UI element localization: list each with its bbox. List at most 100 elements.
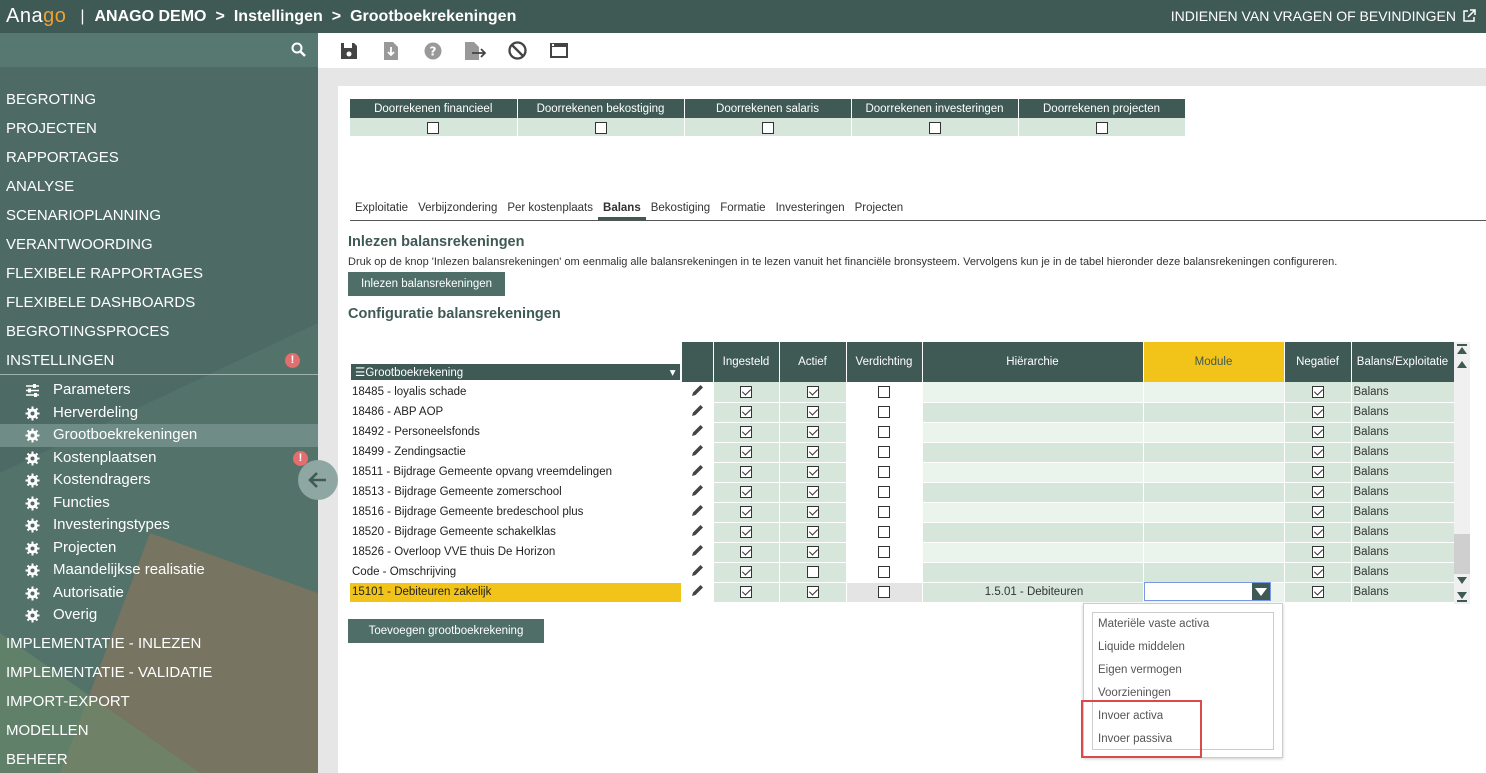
cell-hierarchie[interactable] xyxy=(922,522,1144,543)
col-verdichting[interactable]: Verdichting xyxy=(846,342,923,382)
edit-row-button[interactable] xyxy=(681,462,714,483)
table-row[interactable]: 18526 - Overloop VVE thuis De Horizon Bal… xyxy=(350,542,1455,563)
checkbox-negatief[interactable] xyxy=(1311,465,1324,478)
checkbox-verdichting[interactable] xyxy=(878,545,890,558)
table-row[interactable]: Code - Omschrijving Balans xyxy=(350,562,1455,583)
module-select-input[interactable] xyxy=(1144,582,1271,601)
menu-implementatie-inlezen[interactable]: IMPLEMENTATIE - INLEZEN xyxy=(0,629,318,658)
checkbox-negatief[interactable] xyxy=(1311,445,1324,458)
scroll-up-icon[interactable] xyxy=(1456,359,1468,369)
cell-hierarchie[interactable] xyxy=(922,482,1144,503)
scroll-down-icon[interactable] xyxy=(1456,576,1468,586)
checkbox-actief[interactable] xyxy=(806,565,819,578)
edit-row-button[interactable] xyxy=(681,482,714,503)
checkbox-negatief[interactable] xyxy=(1311,405,1324,418)
toevoegen-grootboekrekening-button[interactable]: Toevoegen grootboekrekening xyxy=(348,619,544,643)
tab-projecten[interactable]: Projecten xyxy=(850,201,909,220)
tab-balans[interactable]: Balans xyxy=(598,201,646,220)
checkbox-negatief[interactable] xyxy=(1311,505,1324,518)
tab-verbijzondering[interactable]: Verbijzondering xyxy=(413,201,502,220)
table-row[interactable]: 18516 - Bijdrage Gemeente bredeschool pl… xyxy=(350,502,1455,523)
checkbox-doorrekenen-investeringen[interactable] xyxy=(928,121,941,134)
checkbox-ingesteld[interactable] xyxy=(740,545,752,558)
cell-module[interactable] xyxy=(1143,402,1285,423)
edit-row-button[interactable] xyxy=(681,402,714,423)
scroll-top-icon[interactable] xyxy=(1456,344,1468,356)
table-row[interactable]: 18513 - Bijdrage Gemeente zomerschool Bal… xyxy=(350,482,1455,503)
checkbox-actief[interactable] xyxy=(806,445,819,458)
checkbox-actief[interactable] xyxy=(806,485,819,498)
edit-row-button[interactable] xyxy=(681,502,714,523)
cell-hierarchie[interactable] xyxy=(922,422,1144,443)
sub-item-maandelijkse-realisatie[interactable]: Maandelijkse realisatie xyxy=(0,559,318,582)
table-row[interactable]: 15101 - Debiteuren zakelijk 1.5.01 - Debi… xyxy=(350,582,1455,603)
report-issue-link[interactable]: INDIENEN VAN VRAGEN OF BEVINDINGEN xyxy=(1171,8,1476,24)
import-button[interactable] xyxy=(370,36,412,66)
checkbox-negatief[interactable] xyxy=(1311,485,1324,498)
checkbox-negatief[interactable] xyxy=(1311,545,1324,558)
checkbox-actief[interactable] xyxy=(806,545,819,558)
checkbox-verdichting[interactable] xyxy=(878,485,890,498)
cell-module[interactable] xyxy=(1143,482,1285,503)
menu-rapportages[interactable]: RAPPORTAGES xyxy=(0,143,318,172)
checkbox-ingesteld[interactable] xyxy=(740,585,752,598)
cell-hierarchie[interactable] xyxy=(922,402,1144,423)
menu-import-export[interactable]: IMPORT-EXPORT xyxy=(0,687,318,716)
checkbox-negatief[interactable] xyxy=(1311,585,1324,598)
edit-row-button[interactable] xyxy=(681,422,714,443)
cell-module[interactable] xyxy=(1143,562,1285,583)
col-actief[interactable]: Actief xyxy=(779,342,847,382)
scroll-thumb[interactable] xyxy=(1454,534,1470,574)
menu-projecten[interactable]: PROJECTEN xyxy=(0,114,318,143)
checkbox-verdichting[interactable] xyxy=(878,585,890,598)
dropdown-caret-icon[interactable] xyxy=(1252,583,1270,600)
checkbox-ingesteld[interactable] xyxy=(740,445,752,458)
sub-item-projecten[interactable]: Projecten xyxy=(0,537,318,560)
checkbox-ingesteld[interactable] xyxy=(740,565,752,578)
edit-row-button[interactable] xyxy=(681,562,714,583)
help-button[interactable]: ? xyxy=(412,36,454,66)
app-logo[interactable]: Anago xyxy=(6,5,66,28)
table-row[interactable]: 18520 - Bijdrage Gemeente schakelklas Bal… xyxy=(350,522,1455,543)
grid-scrollbar[interactable] xyxy=(1454,342,1470,604)
menu-beheer[interactable]: BEHEER xyxy=(0,745,318,773)
checkbox-actief[interactable] xyxy=(806,505,819,518)
edit-row-button[interactable] xyxy=(681,522,714,543)
col-module[interactable]: Module xyxy=(1143,342,1285,382)
col-ingesteld[interactable]: Ingesteld xyxy=(713,342,780,382)
checkbox-doorrekenen-projecten[interactable] xyxy=(1095,121,1108,134)
checkbox-negatief[interactable] xyxy=(1311,425,1324,438)
checkbox-negatief[interactable] xyxy=(1311,565,1324,578)
cell-module[interactable] xyxy=(1143,522,1285,543)
sub-item-grootboekrekeningen[interactable]: Grootboekrekeningen xyxy=(0,424,318,447)
checkbox-ingesteld[interactable] xyxy=(740,405,752,418)
cell-module[interactable] xyxy=(1143,502,1285,523)
cell-hierarchie[interactable] xyxy=(922,502,1144,523)
menu-begroting[interactable]: BEGROTING xyxy=(0,85,318,114)
tab-exploitatie[interactable]: Exploitatie xyxy=(350,201,413,220)
sub-item-functies[interactable]: Functies xyxy=(0,492,318,515)
cancel-button[interactable] xyxy=(496,36,538,66)
option-eigen-vermogen[interactable]: Eigen vermogen xyxy=(1093,659,1273,682)
col-negatief[interactable]: Negatief xyxy=(1284,342,1352,382)
checkbox-verdichting[interactable] xyxy=(878,385,890,398)
checkbox-verdichting[interactable] xyxy=(878,445,890,458)
sub-item-parameters[interactable]: Parameters xyxy=(0,379,318,402)
cell-hierarchie[interactable] xyxy=(922,382,1144,403)
checkbox-ingesteld[interactable] xyxy=(740,525,752,538)
cell-hierarchie[interactable]: 1.5.01 - Debiteuren xyxy=(922,582,1144,603)
breadcrumb-root[interactable]: ANAGO DEMO xyxy=(95,8,207,26)
checkbox-doorrekenen-financieel[interactable] xyxy=(427,121,440,134)
checkbox-ingesteld[interactable] xyxy=(740,485,752,498)
sub-item-autorisatie[interactable]: Autorisatie xyxy=(0,582,318,605)
table-row[interactable]: 18511 - Bijdrage Gemeente opvang vreemde… xyxy=(350,462,1455,483)
menu-begrotingsproces[interactable]: BEGROTINGSPROCES xyxy=(0,317,318,346)
cell-hierarchie[interactable] xyxy=(922,542,1144,563)
scroll-bottom-icon[interactable] xyxy=(1456,590,1468,602)
edit-row-button[interactable] xyxy=(681,542,714,563)
tab-bekostiging[interactable]: Bekostiging xyxy=(646,201,715,220)
tab-per-kostenplaats[interactable]: Per kostenplaats xyxy=(502,201,598,220)
checkbox-verdichting[interactable] xyxy=(878,505,890,518)
menu-flexibele-dashboards[interactable]: FLEXIBELE DASHBOARDS xyxy=(0,288,318,317)
checkbox-negatief[interactable] xyxy=(1311,385,1324,398)
